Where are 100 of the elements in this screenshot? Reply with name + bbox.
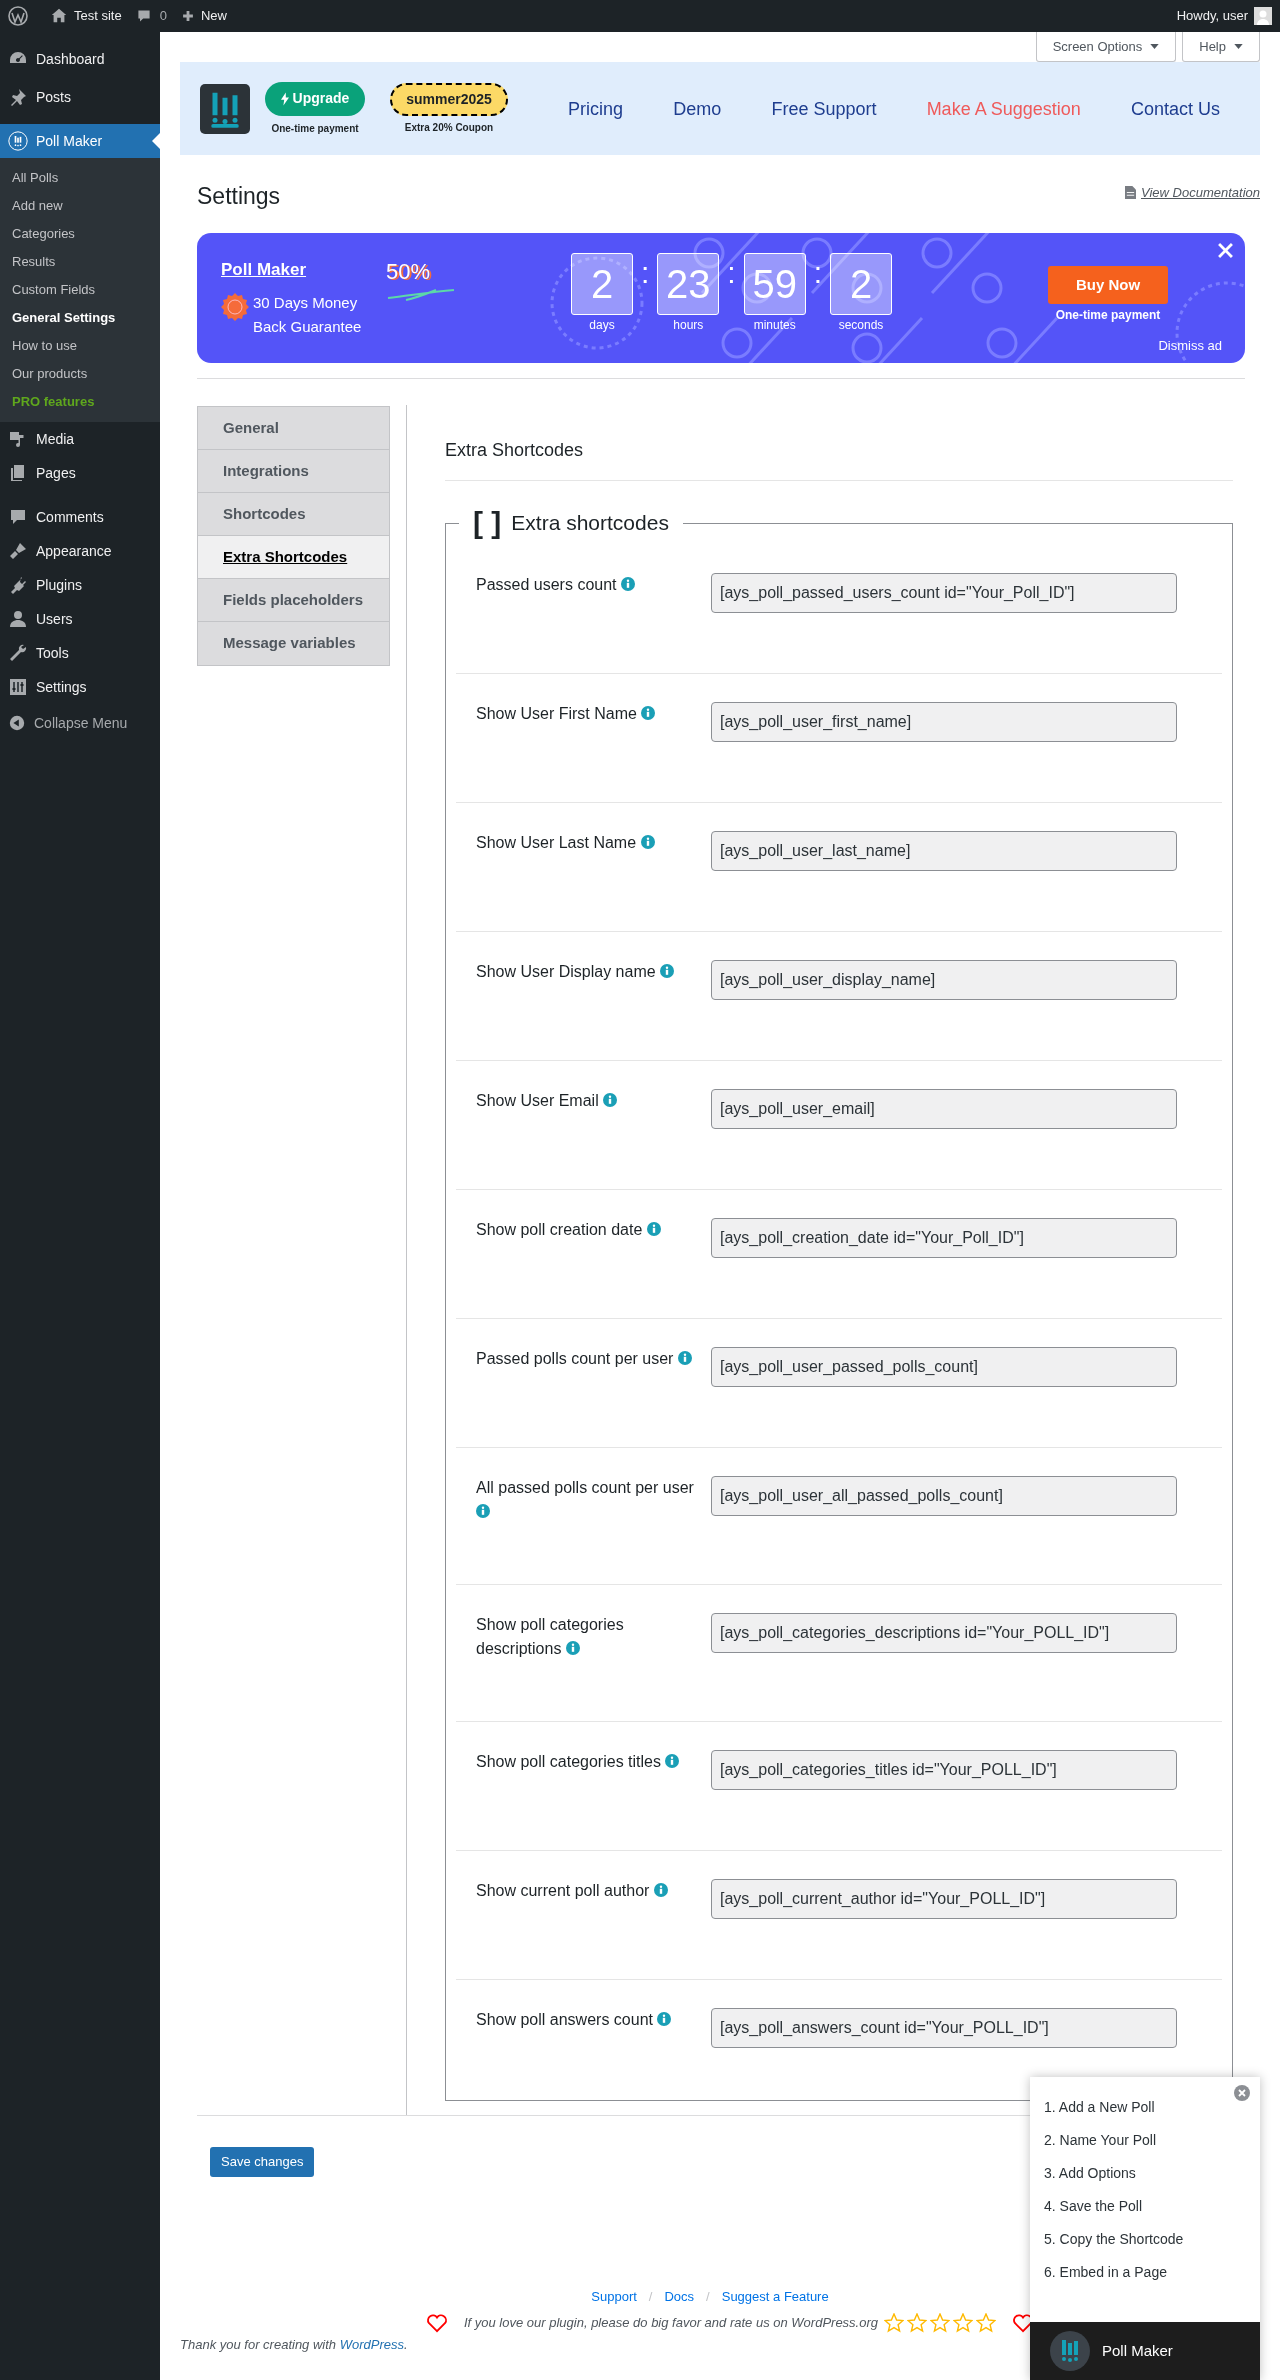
shortcode-field[interactable]: [ays_poll_user_email] — [711, 1089, 1177, 1129]
heart-icon — [425, 2312, 448, 2333]
sidebar-item[interactable]: Pages — [0, 456, 160, 490]
sidebar-item[interactable]: Appearance — [0, 534, 160, 568]
coupon-code-badge[interactable]: summer2025 — [390, 82, 508, 116]
sidebar-item[interactable]: Poll Maker — [0, 124, 160, 158]
shortcode-field[interactable]: [ays_poll_user_first_name] — [711, 702, 1177, 742]
countdown-separator: : — [727, 254, 736, 291]
shortcode-field[interactable]: [ays_poll_current_author id="Your_POLL_ID"] — [711, 1879, 1177, 1919]
info-icon[interactable] — [657, 2012, 672, 2026]
guide-step-link[interactable]: 3. Add Options — [1044, 2163, 1260, 2196]
site-link[interactable]: Test site — [50, 6, 122, 26]
info-icon[interactable] — [476, 1504, 490, 1518]
sidebar-item[interactable]: Tools — [0, 636, 160, 670]
coupon-note: Extra 20% Coupon — [404, 120, 494, 135]
countdown-unit: hours — [673, 316, 704, 334]
sidebar-item[interactable]: Media — [0, 422, 160, 456]
field-label: Show current poll author — [456, 1879, 706, 1919]
save-changes-button[interactable]: Save changes — [210, 2147, 315, 2177]
screen-tab-button[interactable]: Screen Options — [1035, 32, 1177, 62]
sidebar-item[interactable]: Settings — [0, 670, 160, 704]
header-link[interactable]: Contact Us — [1130, 96, 1220, 123]
settings-tab[interactable]: Integrations — [198, 450, 389, 493]
submenu-item[interactable]: PRO features — [0, 388, 160, 416]
document-icon — [1125, 185, 1136, 199]
shortcode-field[interactable]: [ays_poll_user_passed_polls_count] — [711, 1347, 1177, 1387]
star-rating[interactable] — [884, 2312, 997, 2333]
guide-step-link[interactable]: 6. Embed in a Page — [1044, 2262, 1260, 2295]
settings-tab[interactable]: General — [198, 407, 389, 450]
star-icon — [884, 2312, 905, 2333]
caret-icon — [1150, 44, 1160, 49]
shortcode-field[interactable]: [ays_poll_categories_titles id="Your_POLL_ID"] — [711, 1750, 1177, 1790]
sidebar-item[interactable]: Users — [0, 602, 160, 636]
shortcode-field[interactable]: [ays_poll_categories_descriptions id="Your_POLL_ID"] — [711, 1613, 1177, 1653]
info-icon[interactable] — [660, 964, 675, 978]
info-icon[interactable] — [621, 577, 635, 591]
shortcode-field[interactable]: [ays_poll_user_last_name] — [711, 831, 1177, 871]
submenu-item[interactable]: All Polls — [0, 164, 160, 192]
account-link[interactable]: Howdy, user — [1176, 6, 1272, 26]
sidebar-item[interactable]: Comments — [0, 500, 160, 534]
link-separator: / — [648, 2288, 653, 2306]
guide-step-link[interactable]: 1. Add a New Poll — [1044, 2097, 1260, 2130]
dismiss-ad-link[interactable]: Dismiss ad — [1158, 335, 1222, 355]
payment-note: One-time payment — [271, 121, 359, 136]
shortcode-field[interactable]: [ays_poll_user_all_passed_polls_count] — [711, 1476, 1177, 1516]
speech-bubble-icon — [135, 8, 152, 24]
screen-tab-button[interactable]: Help — [1182, 32, 1260, 62]
submenu-item[interactable]: Add new — [0, 192, 160, 220]
info-icon[interactable] — [665, 1754, 680, 1768]
sidebar-item[interactable]: Dashboard — [0, 42, 160, 76]
submenu-item[interactable]: Our products — [0, 360, 160, 388]
close-icon[interactable] — [1218, 243, 1233, 258]
promo-title-link[interactable]: Poll Maker — [221, 257, 371, 283]
header-link[interactable]: Pricing — [568, 96, 624, 123]
guide-step-link[interactable]: 2. Name Your Poll — [1044, 2130, 1260, 2163]
star-icon — [930, 2312, 951, 2333]
poll-maker-logo-icon — [1050, 2331, 1090, 2371]
settings-tab[interactable]: Shortcodes — [198, 493, 389, 536]
shortcode-field[interactable]: [ays_poll_passed_users_count id="Your_Poll_ID"] — [711, 573, 1177, 613]
comments-link[interactable]: 0 — [135, 6, 167, 26]
wordpress-link[interactable]: WordPress — [339, 2336, 404, 2352]
settings-tab[interactable]: Extra Shortcodes — [198, 536, 389, 579]
poll-maker-logo-icon[interactable] — [200, 83, 250, 134]
sidebar-item[interactable]: Posts — [0, 80, 160, 114]
submenu-item[interactable]: Custom Fields — [0, 276, 160, 304]
footer-link[interactable]: Docs — [664, 2287, 695, 2307]
submenu-item[interactable]: How to use — [0, 332, 160, 360]
countdown-value: 23 — [657, 252, 720, 315]
submenu-item[interactable]: General Settings — [0, 304, 160, 332]
info-icon[interactable] — [653, 1883, 668, 1897]
sliders-icon — [8, 677, 28, 697]
guide-footer-bar[interactable]: Poll Maker — [1030, 2322, 1260, 2380]
info-icon[interactable] — [646, 1222, 661, 1236]
settings-tab[interactable]: Message variables — [198, 622, 389, 665]
countdown-unit: days — [589, 316, 615, 334]
info-icon[interactable] — [640, 835, 655, 849]
submenu-item[interactable]: Categories — [0, 220, 160, 248]
shortcode-field[interactable]: [ays_poll_answers_count id="Your_POLL_ID"] — [711, 2008, 1177, 2048]
new-link[interactable]: New — [180, 6, 227, 26]
header-link[interactable]: Free Support — [771, 96, 877, 123]
guide-step-link[interactable]: 5. Copy the Shortcode — [1044, 2229, 1260, 2262]
info-icon[interactable] — [565, 1641, 580, 1655]
countdown-separator: : — [813, 254, 823, 291]
documentation-link[interactable]: View Documentation — [1125, 182, 1260, 202]
footer-link[interactable]: Support — [591, 2287, 637, 2307]
footer-link[interactable]: Suggest a Feature — [721, 2287, 829, 2307]
info-icon[interactable] — [603, 1093, 618, 1107]
info-icon[interactable] — [641, 706, 656, 720]
close-icon[interactable] — [1234, 2085, 1250, 2101]
collapse-menu-button[interactable]: Collapse Menu — [0, 706, 160, 740]
settings-tab[interactable]: Fields placeholders — [198, 579, 389, 622]
shortcode-field[interactable]: [ays_poll_creation_date id="Your_Poll_ID"] — [711, 1218, 1177, 1258]
sidebar-item[interactable]: Plugins — [0, 568, 160, 602]
wordpress-logo-icon[interactable] — [8, 6, 28, 26]
info-icon[interactable] — [677, 1351, 692, 1365]
page-title: Settings — [197, 182, 281, 210]
shortcode-field[interactable]: [ays_poll_user_display_name] — [711, 960, 1177, 1000]
header-link[interactable]: Demo — [673, 96, 722, 123]
submenu-item[interactable]: Results — [0, 248, 160, 276]
guide-step-link[interactable]: 4. Save the Poll — [1044, 2196, 1260, 2229]
